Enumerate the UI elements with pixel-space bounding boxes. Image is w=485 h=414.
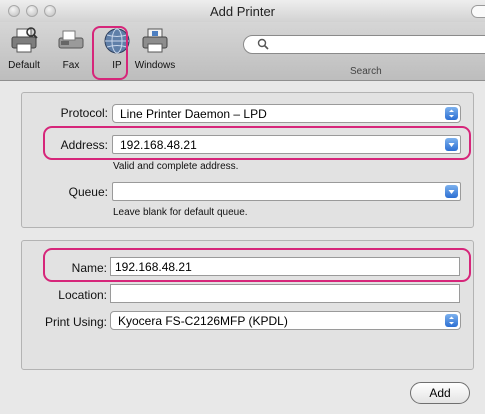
- toolbar: Default Fax IP Windows Search: [0, 22, 485, 81]
- queue-label: Queue:: [68, 185, 108, 199]
- fax-icon: [58, 30, 84, 49]
- print-using-label: Print Using:: [44, 315, 107, 329]
- print-using-value: Kyocera FS-C2126MFP (KPDL): [118, 314, 288, 328]
- add-button[interactable]: Add: [410, 382, 470, 404]
- location-label: Location:: [58, 288, 107, 302]
- window-title: Add Printer: [209, 4, 276, 19]
- toolbar-windows-button[interactable]: Windows: [133, 26, 177, 76]
- protocol-label: Protocol:: [60, 106, 108, 120]
- address-highlight: [43, 126, 471, 160]
- windows-printer-icon: [142, 28, 168, 53]
- toolbar-fax-button[interactable]: Fax: [49, 26, 93, 76]
- search-field[interactable]: [243, 35, 485, 54]
- queue-field[interactable]: [112, 182, 461, 201]
- queue-dropdown-icon[interactable]: [445, 185, 458, 198]
- toolbar-toggle-button[interactable]: [471, 5, 485, 18]
- add-printer-window: Add Printer Default Fax IP Windows Searc…: [0, 0, 485, 414]
- popup-arrows-icon: [445, 107, 458, 120]
- print-using-popup[interactable]: Kyocera FS-C2126MFP (KPDL): [110, 311, 461, 330]
- toolbar-fax-label: Fax: [62, 60, 80, 71]
- address-hint: Valid and complete address.: [113, 161, 239, 172]
- location-field[interactable]: [110, 284, 460, 303]
- toolbar-windows-label: Windows: [134, 60, 176, 71]
- ip-highlight: [92, 26, 128, 80]
- title-bar: Add Printer: [0, 0, 485, 22]
- toolbar-default-label: Default: [8, 60, 40, 71]
- name-highlight: [43, 248, 471, 282]
- printer-icon: [11, 27, 38, 53]
- search-icon: [257, 38, 269, 50]
- protocol-value: Line Printer Daemon – LPD: [120, 107, 267, 121]
- popup-arrows-icon: [445, 314, 458, 327]
- search-label: Search: [350, 66, 382, 77]
- toolbar-default-button[interactable]: Default: [2, 26, 46, 76]
- protocol-popup[interactable]: Line Printer Daemon – LPD: [112, 104, 461, 123]
- queue-hint: Leave blank for default queue.: [113, 207, 248, 218]
